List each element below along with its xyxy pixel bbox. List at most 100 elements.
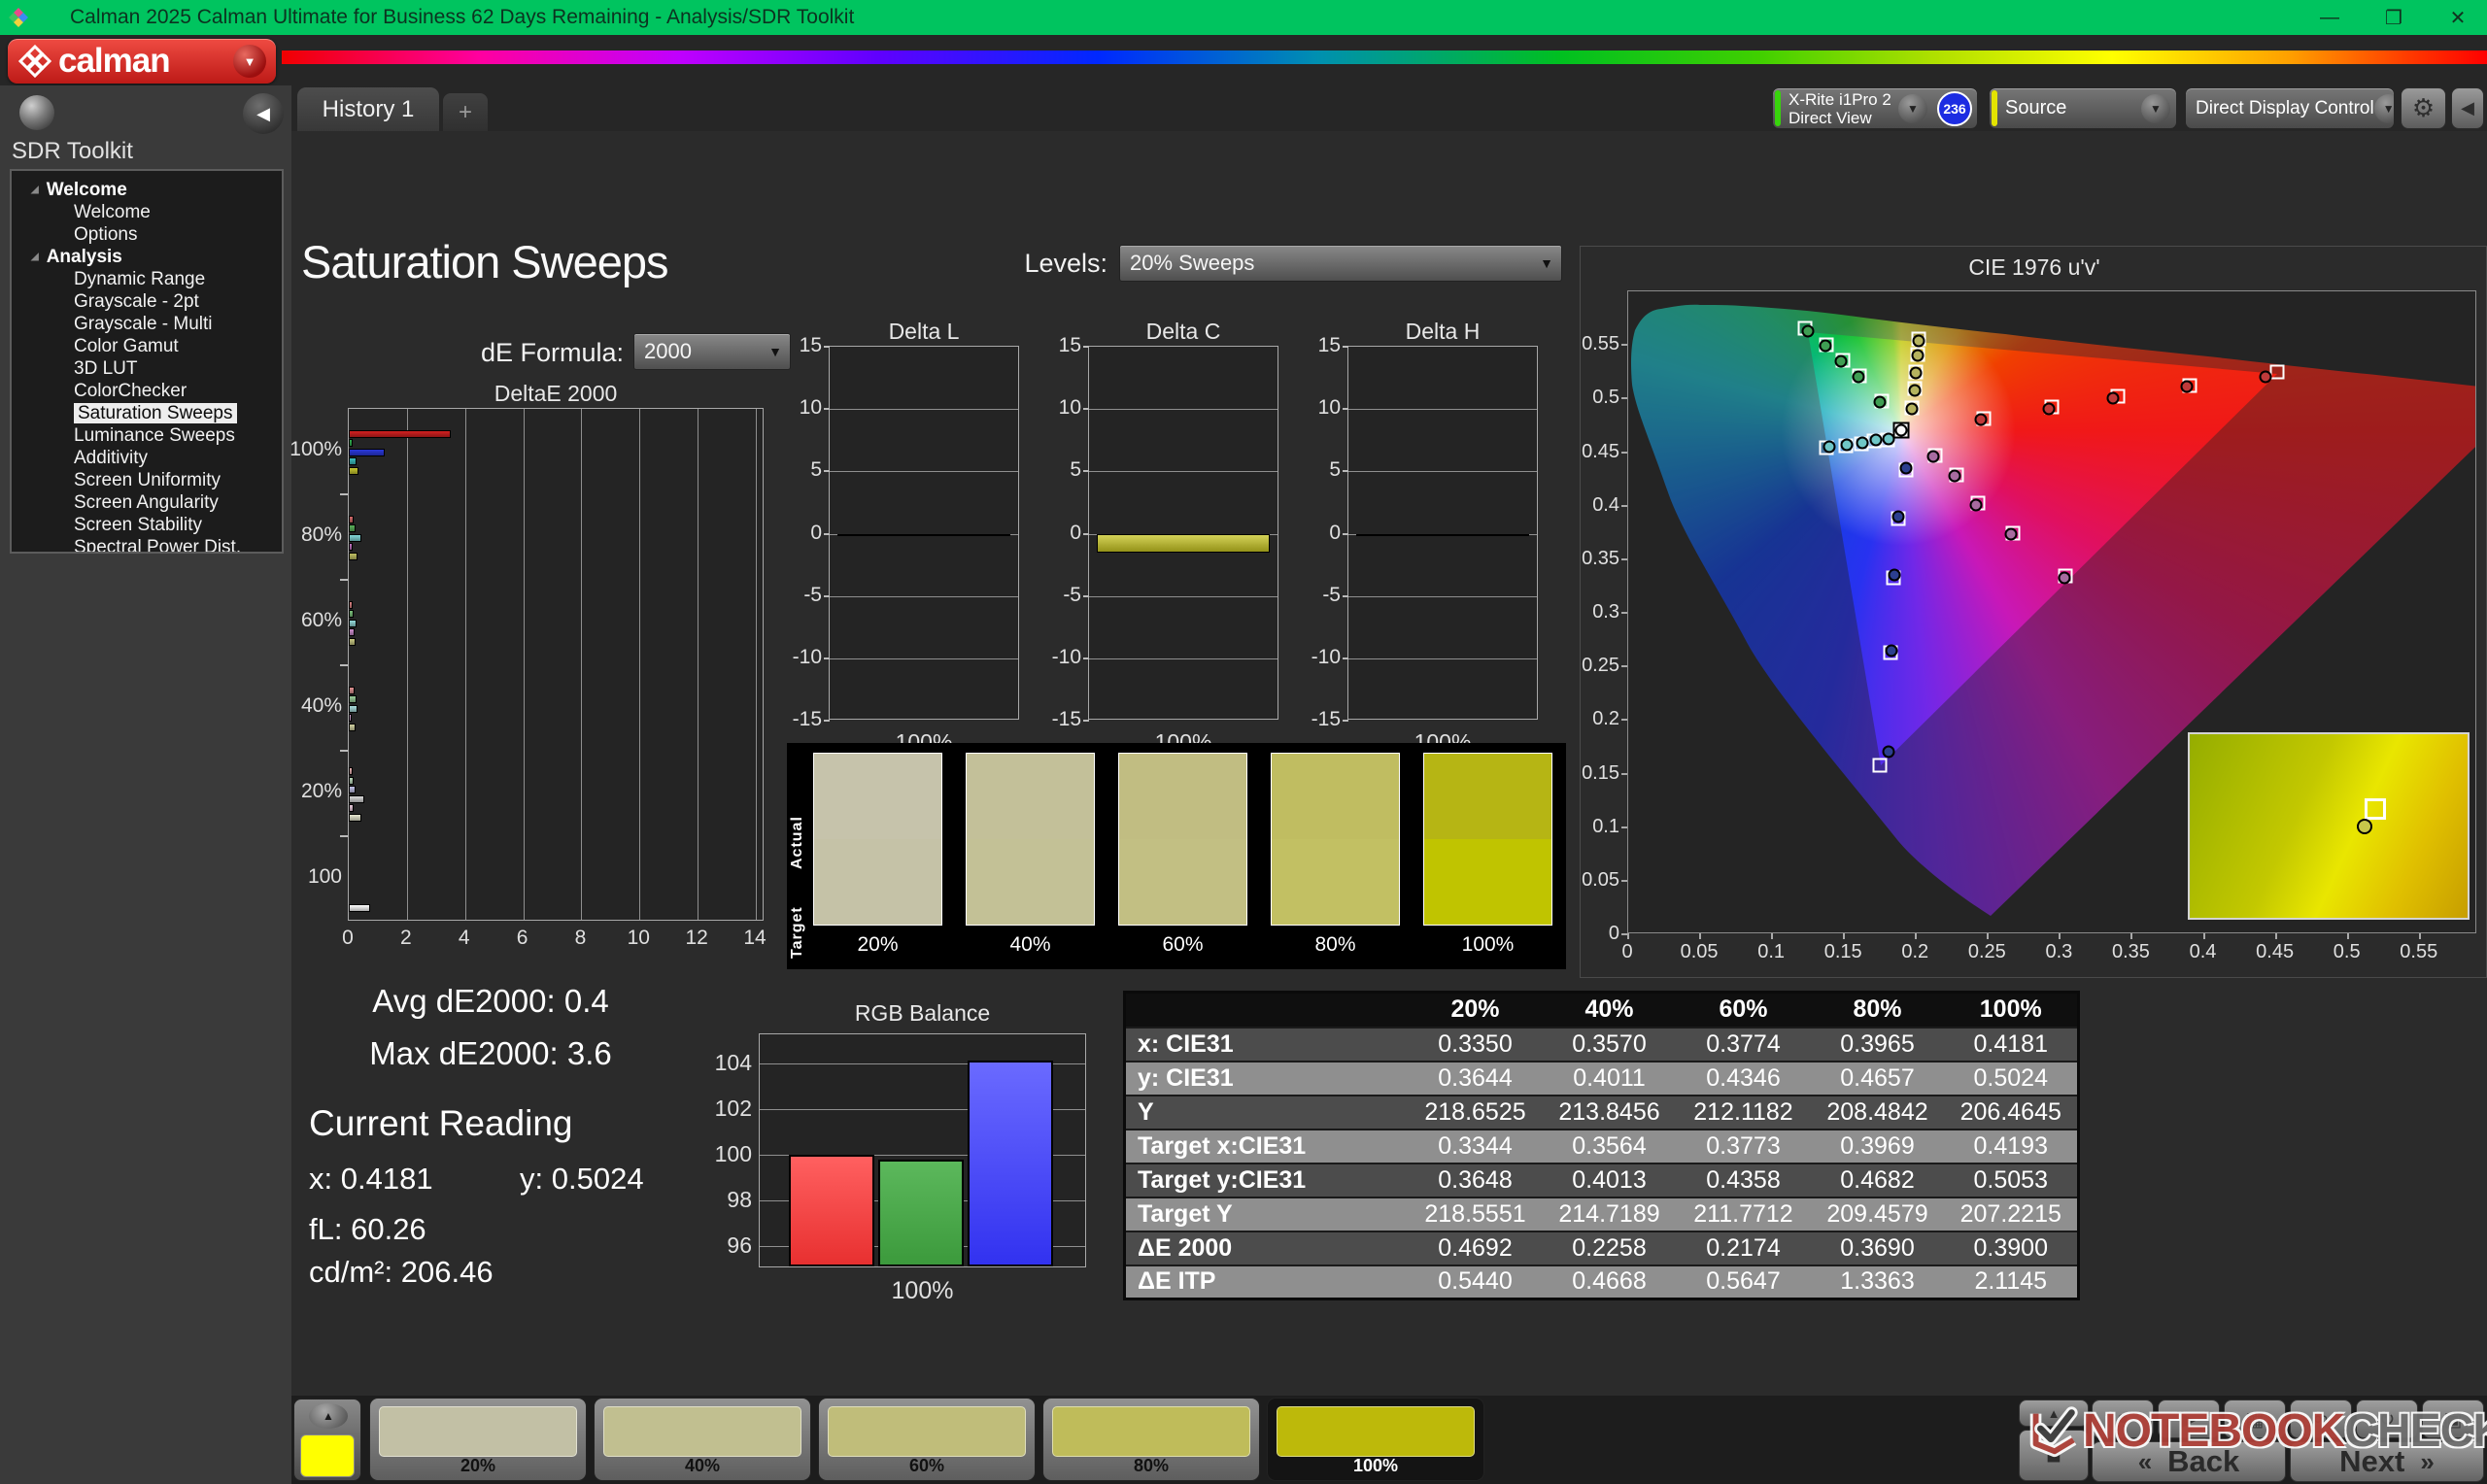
row-label: Y — [1124, 1094, 1409, 1130]
sidebar-item-dynamic-range[interactable]: Dynamic Range — [12, 268, 282, 290]
sidebar-item-label: Additivity — [74, 448, 149, 468]
axis-tick — [1621, 397, 1627, 400]
table-row: Target x:CIE31 0.3344 0.3564 0.3773 0.3969 0.… — [1124, 1128, 2079, 1164]
levels-select[interactable]: 20% Sweeps ▼ — [1119, 245, 1562, 282]
display-control-dropdown[interactable]: Direct Display Control ▼ — [2185, 87, 2395, 129]
tree-group-analysis[interactable]: ◢ Analysis — [12, 246, 282, 268]
current-reading-heading: Current Reading — [309, 1103, 573, 1143]
sweep-tile-40%[interactable]: 40% — [594, 1398, 811, 1481]
sidebar-item-grayscale-2pt[interactable]: Grayscale - 2pt — [12, 290, 282, 313]
axis-tick — [1915, 933, 1918, 939]
stop-button[interactable]: ■ — [2019, 1430, 2089, 1481]
axis-tick — [1083, 470, 1089, 473]
pattern-button[interactable]: ▣ — [2422, 1400, 2484, 1438]
sidebar-collapse-button[interactable]: ◀ — [243, 93, 284, 134]
sidebar-item-grayscale-multi[interactable]: Grayscale - Multi — [12, 313, 282, 335]
y-tick-label: 15 — [799, 334, 822, 356]
x-label: x: — [309, 1162, 333, 1196]
sidebar-item-screen-stability[interactable]: Screen Stability — [12, 514, 282, 536]
y-tick-label: 5 — [1070, 458, 1081, 482]
de-bar — [349, 533, 361, 542]
refresh-button[interactable]: ↻ — [2356, 1400, 2418, 1438]
grid-icon: ▦ — [2245, 1408, 2265, 1431]
sidebar-item-welcome[interactable]: Welcome — [12, 201, 282, 223]
table-cell: 0.4181 — [1944, 1026, 2079, 1062]
target-swatch — [1119, 839, 1246, 925]
sidebar-item-label: Grayscale - Multi — [74, 314, 213, 334]
sidebar-item-saturation-sweeps[interactable]: Saturation Sweeps — [12, 402, 282, 424]
axis-tick — [824, 346, 830, 348]
sidebar-item-options[interactable]: Options — [12, 223, 282, 246]
table-cell: 0.3969 — [1810, 1128, 1945, 1164]
de-bar — [349, 794, 365, 803]
meter-status-stripe — [1775, 90, 1781, 126]
minimize-button[interactable]: — — [2300, 0, 2359, 35]
tab-history-1[interactable]: History 1 — [297, 87, 439, 131]
sidebar-item-spectral-power-dist-[interactable]: Spectral Power Dist. — [12, 536, 282, 552]
measured-green — [1819, 339, 1832, 353]
up-arrow-icon[interactable]: ▲ — [309, 1403, 348, 1429]
delta-c-chart: Delta C 15 10 5 0 -5 -10 -15 100% — [1027, 311, 1287, 777]
add-tab-button[interactable]: + — [443, 93, 488, 131]
measured-green — [1801, 324, 1815, 338]
table-row: ΔE 2000 0.4692 0.2258 0.2174 0.3690 0.3900 — [1124, 1230, 2079, 1265]
loop-button[interactable]: ∞ — [2290, 1400, 2352, 1438]
restore-button[interactable]: ❐ — [2365, 0, 2423, 35]
delta-plot — [1347, 346, 1538, 720]
sidebar-item-screen-angularity[interactable]: Screen Angularity — [12, 491, 282, 514]
sweep-tile-60%[interactable]: 60% — [818, 1398, 1036, 1481]
sweep-tile-20%[interactable]: 20% — [369, 1398, 587, 1481]
tile-swatch — [1052, 1406, 1250, 1457]
levels-value: 20% Sweeps — [1130, 251, 1255, 275]
record-button[interactable]: ⏺ — [2092, 1400, 2154, 1438]
sidebar-item-color-gamut[interactable]: Color Gamut — [12, 335, 282, 357]
calman-menu-button[interactable]: calman ▼ — [8, 39, 276, 84]
delta-bar — [1097, 533, 1270, 553]
play-button[interactable]: ▶ — [2158, 1400, 2220, 1438]
y-tick-label: 104 — [714, 1050, 752, 1076]
settings-button[interactable]: ⚙ — [2401, 87, 2446, 129]
tree-expanded-icon[interactable]: ◢ — [31, 185, 39, 195]
de-bar — [349, 429, 451, 438]
grid-button[interactable]: ▦ — [2224, 1400, 2286, 1438]
y-tick-label: 100 — [714, 1141, 752, 1166]
next-button[interactable]: Next » — [2290, 1441, 2484, 1482]
table-cell: 0.3564 — [1542, 1128, 1677, 1164]
calman-dropdown-icon[interactable]: ▼ — [233, 45, 266, 78]
x-tick-label: 0.55 — [2400, 941, 2438, 962]
meter-dropdown-arrow-icon[interactable]: ▼ — [1898, 93, 1927, 123]
sidebar-item-additivity[interactable]: Additivity — [12, 447, 282, 469]
category-label: 100% — [891, 1277, 954, 1304]
sidebar-item-3d-lut[interactable]: 3D LUT — [12, 357, 282, 380]
panel-collapse-button[interactable]: ◀ — [2451, 87, 2484, 129]
meter-reading-badge: 236 — [1937, 90, 1972, 126]
calman-brand-label: calman — [58, 42, 171, 80]
display-control-dropdown-arrow-icon[interactable]: ▼ — [2373, 93, 2394, 123]
gridline — [1089, 409, 1278, 411]
sidebar-item-screen-uniformity[interactable]: Screen Uniformity — [12, 469, 282, 491]
de-bar — [349, 704, 358, 713]
session-sphere-icon[interactable] — [19, 95, 54, 130]
cdm2-label: cd/m²: — [309, 1255, 393, 1289]
collapse-left-icon: ◀ — [256, 103, 270, 123]
sidebar-item-colorchecker[interactable]: ColorChecker — [12, 380, 282, 402]
close-button[interactable]: ✕ — [2429, 0, 2487, 35]
meter-dropdown[interactable]: X-Rite i1Pro 2 Direct View ▼ 236 — [1772, 87, 1978, 129]
tree-expanded-icon[interactable]: ◢ — [31, 252, 39, 262]
source-dropdown-arrow-icon[interactable]: ▼ — [2141, 93, 2170, 123]
tree-group-welcome[interactable]: ◢ Welcome — [12, 179, 282, 201]
de-bar — [349, 448, 386, 456]
sidebar-item-luminance-sweeps[interactable]: Luminance Sweeps — [12, 424, 282, 447]
meter-raise-button[interactable]: ▲ — [2019, 1400, 2089, 1427]
table-cell: 0.3773 — [1676, 1128, 1811, 1164]
sweep-tile-80%[interactable]: 80% — [1042, 1398, 1260, 1481]
axis-tick — [2418, 933, 2421, 939]
source-dropdown[interactable]: Source ▼ — [1989, 87, 2177, 129]
gridline — [406, 409, 408, 920]
table-cell: 0.4657 — [1810, 1060, 1945, 1096]
pattern-window-tile[interactable]: ▲ — [293, 1399, 361, 1481]
sweep-tile-100%[interactable]: 100% — [1267, 1398, 1484, 1481]
y-tick-label: 0.3 — [1592, 601, 1619, 623]
axis-tick — [1621, 612, 1627, 614]
back-button[interactable]: « Back — [2092, 1441, 2286, 1482]
